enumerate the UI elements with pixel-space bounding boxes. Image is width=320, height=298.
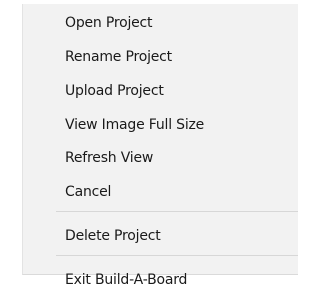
menu-separator <box>56 255 298 256</box>
menu-item-delete-project[interactable]: Delete Project <box>23 224 298 248</box>
menu-item-upload-project[interactable]: Upload Project <box>23 79 298 103</box>
menu-item-view-image-full-size[interactable]: View Image Full Size <box>23 113 298 137</box>
menu-item-refresh-view[interactable]: Refresh View <box>23 146 298 170</box>
menu-item-exit-build-a-board[interactable]: Exit Build-A-Board <box>23 268 298 292</box>
menu-item-cancel[interactable]: Cancel <box>23 180 298 204</box>
menu-separator <box>56 211 298 212</box>
menu-item-rename-project[interactable]: Rename Project <box>23 45 298 69</box>
menu-item-open-project[interactable]: Open Project <box>23 11 298 35</box>
context-menu: Open Project Rename Project Upload Proje… <box>22 4 298 288</box>
